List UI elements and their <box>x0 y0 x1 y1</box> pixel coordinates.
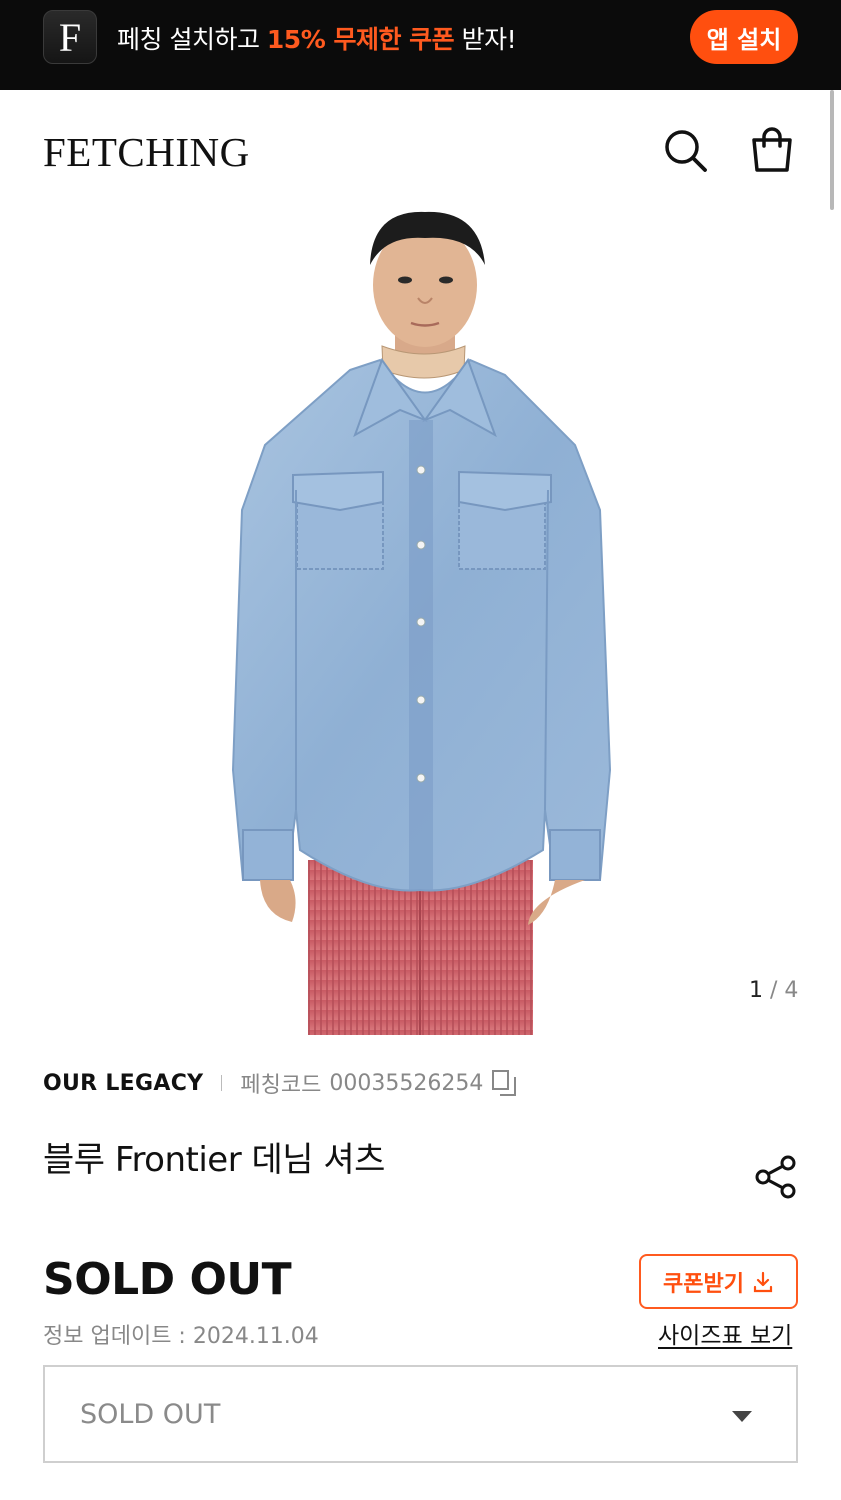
promo-text-suffix: 받자! <box>454 25 517 54</box>
product-code-value: 00035526254 <box>329 1070 484 1096</box>
site-header: FETCHING <box>0 90 841 210</box>
promo-message: 페칭 설치하고 15% 무제한 쿠폰 받자! <box>117 20 517 56</box>
image-counter: 1 / 4 <box>749 978 798 1003</box>
image-counter-total: 4 <box>784 978 799 1003</box>
product-title: 블루 Frontier 데님 셔츠 <box>43 1140 385 1180</box>
shopping-bag-icon[interactable] <box>748 126 796 174</box>
option-select[interactable]: SOLD OUT <box>43 1365 798 1463</box>
app-logo-icon: F <box>43 10 97 64</box>
info-update-date: 정보 업데이트 : 2024.11.04 <box>43 1324 319 1349</box>
price-status: SOLD OUT <box>43 1254 292 1305</box>
share-icon[interactable] <box>753 1154 799 1200</box>
download-icon <box>753 1271 773 1292</box>
option-select-value: SOLD OUT <box>80 1399 221 1430</box>
copy-icon[interactable] <box>491 1069 517 1097</box>
promo-text-prefix: 페칭 설치하고 <box>117 25 267 54</box>
meta-divider <box>221 1075 223 1091</box>
page-scrollbar[interactable] <box>830 90 834 210</box>
image-counter-current: 1 <box>749 978 763 1003</box>
chevron-down-icon <box>732 1411 752 1422</box>
product-brand[interactable]: OUR LEGACY <box>43 1071 203 1096</box>
product-image-gallery[interactable]: 1 / 4 <box>0 210 841 1035</box>
product-code-label: 페칭코드 <box>240 1073 322 1098</box>
product-meta-row: OUR LEGACY 페칭코드 00035526254 <box>43 1068 517 1098</box>
size-chart-link[interactable]: 사이즈표 보기 <box>658 1316 792 1350</box>
site-logo[interactable]: FETCHING <box>43 128 250 176</box>
get-coupon-label: 쿠폰받기 <box>663 1271 744 1297</box>
app-install-banner: F 페칭 설치하고 15% 무제한 쿠폰 받자! 앱 설치 <box>0 0 841 90</box>
promo-text-highlight: 15% 무제한 쿠폰 <box>266 25 455 54</box>
product-photo <box>231 211 612 1035</box>
install-app-button[interactable]: 앱 설치 <box>690 10 798 64</box>
search-icon[interactable] <box>661 126 709 174</box>
image-counter-separator: / <box>770 978 778 1003</box>
get-coupon-button[interactable]: 쿠폰받기 <box>639 1254 798 1309</box>
